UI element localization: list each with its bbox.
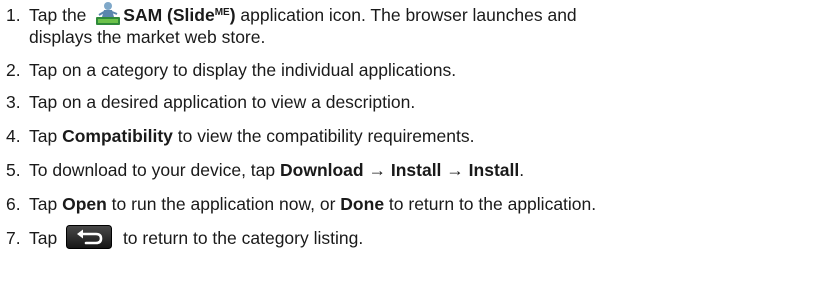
step-3: 3. Tap on a desired application to view … <box>0 91 830 113</box>
install-label: Install <box>390 160 442 180</box>
app-name-superscript: ME <box>214 7 230 18</box>
sam-app-icon <box>95 0 121 26</box>
step-text-after: to return to the category listing. <box>118 228 364 248</box>
step-text-after: to view the compatibility requirements. <box>172 126 475 146</box>
step-number: 1. <box>6 5 21 25</box>
step-text-before: Tap the <box>29 5 92 25</box>
done-label: Done <box>340 194 385 214</box>
step-text-mid: to run the application now, or <box>106 194 341 214</box>
step-text-after: to return to the application. <box>384 194 597 214</box>
step-number: 4. <box>6 126 21 146</box>
step-1: 1. Tap the SAM (SlideME) application ico… <box>0 2 830 49</box>
step-number: 3. <box>6 92 21 112</box>
step-text-after: application icon. The browser launches a… <box>235 5 577 25</box>
back-arrow-icon <box>66 225 113 250</box>
step-text-line2: displays the market web store. <box>29 27 266 48</box>
download-label: Download <box>280 160 364 180</box>
arrow-right-icon: → <box>441 160 469 180</box>
step-number: 2. <box>6 60 21 80</box>
step-5: 5. To download to your device, tap Downl… <box>0 159 830 181</box>
step-text: Tap on a desired application to view a d… <box>29 92 416 112</box>
step-text: Tap on a category to display the individ… <box>29 60 457 80</box>
step-text-after: . <box>519 160 525 180</box>
step-number: 6. <box>6 194 21 214</box>
step-text-before: Tap <box>29 194 63 214</box>
step-7: 7. Tap to return to the category listing… <box>0 225 830 251</box>
step-number: 7. <box>6 228 21 248</box>
step-6: 6. Tap Open to run the application now, … <box>0 193 830 215</box>
step-text-before: To download to your device, tap <box>29 160 280 180</box>
step-4: 4. Tap Compatibility to view the compati… <box>0 125 830 147</box>
compatibility-label: Compatibility <box>62 126 173 146</box>
step-text-before: Tap <box>29 126 63 146</box>
app-name: SAM (Slide <box>123 5 215 25</box>
open-label: Open <box>62 194 107 214</box>
step-number: 5. <box>6 160 21 180</box>
instruction-steps: 1. Tap the SAM (SlideME) application ico… <box>0 2 830 251</box>
step-text-before: Tap <box>29 228 63 248</box>
install-label: Install <box>468 160 520 180</box>
arrow-right-icon: → <box>363 160 391 180</box>
step-2: 2. Tap on a category to display the indi… <box>0 59 830 81</box>
